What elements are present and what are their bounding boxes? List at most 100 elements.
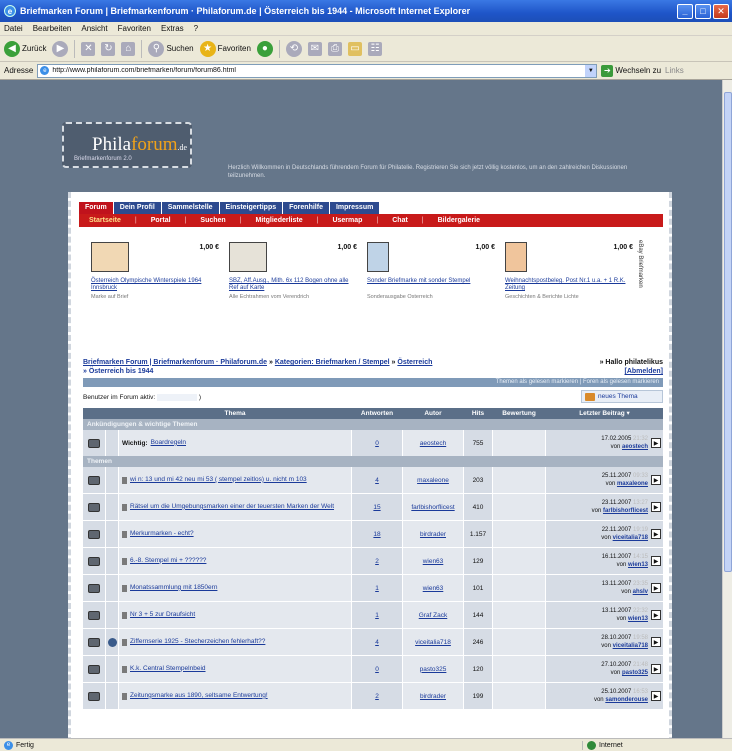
tab-forum[interactable]: Forum: [79, 202, 113, 214]
breadcrumb-category[interactable]: Kategorien: Briefmarken / Stempel: [275, 359, 390, 366]
breadcrumb-forum[interactable]: Briefmarken Forum | Briefmarkenforum · P…: [83, 359, 267, 366]
tab-imprint[interactable]: Impressum: [329, 202, 380, 214]
tab-collection[interactable]: Sammelstelle: [161, 202, 219, 214]
goto-last-post-icon[interactable]: ▶: [651, 637, 661, 647]
menu-item-help[interactable]: ?: [194, 24, 198, 33]
goto-last-post-icon[interactable]: ▶: [651, 475, 661, 485]
history-icon[interactable]: ⟲: [285, 40, 302, 57]
goto-last-post-icon[interactable]: ▶: [651, 438, 661, 448]
topic-link[interactable]: 6.-8. Stempel mi + ??????: [130, 557, 206, 565]
answers-count[interactable]: 1: [375, 585, 379, 592]
last-poster-link[interactable]: viceitalia718: [613, 643, 648, 649]
menu-item-view[interactable]: Ansicht: [81, 24, 107, 33]
topic-link[interactable]: Zeitungsmarke aus 1890, seltsame Entwert…: [130, 692, 268, 700]
goto-last-post-icon[interactable]: ▶: [651, 664, 661, 674]
last-poster-link[interactable]: farlbishorflicest: [603, 508, 648, 514]
menu-item-edit[interactable]: Bearbeiten: [33, 24, 72, 33]
topic-link[interactable]: Merkurmarken - echt?: [130, 530, 194, 538]
author-link[interactable]: pasto325: [420, 666, 447, 673]
last-poster-link[interactable]: wien13: [628, 616, 648, 622]
address-input[interactable]: e http://www.philaforum.com/briefmarken/…: [37, 63, 598, 78]
favorites-button[interactable]: ★ Favoriten: [199, 40, 251, 57]
topic-link[interactable]: wi n: 13 und mi 42 neu mi 53 ( stempel z…: [130, 476, 307, 484]
go-button[interactable]: ➔ Wechseln zu: [601, 64, 661, 77]
last-poster-link[interactable]: viceitalia718: [613, 535, 648, 541]
subnav-home[interactable]: Startseite: [89, 217, 121, 224]
answers-count[interactable]: 0: [375, 440, 379, 447]
home-icon[interactable]: ⌂: [121, 41, 136, 56]
topic-link[interactable]: K.k. Central Stempelnbeid: [130, 665, 206, 673]
goto-last-post-icon[interactable]: ▶: [651, 691, 661, 701]
answers-count[interactable]: 15: [373, 504, 380, 511]
author-link[interactable]: wien63: [423, 558, 444, 565]
forward-arrow-icon[interactable]: ▶: [52, 40, 69, 57]
last-poster-link[interactable]: ahslv: [633, 589, 648, 595]
logout-link[interactable]: [Abmelden]: [625, 368, 664, 375]
ad-title[interactable]: SBZ, Aff.Ausg., Mith. 6x 112 Bogen ohne …: [229, 278, 357, 292]
answers-count[interactable]: 4: [375, 477, 379, 484]
col-last-post[interactable]: Letzter Beitrag ▾: [546, 408, 663, 419]
last-poster-link[interactable]: aeostech: [622, 444, 648, 450]
minimize-button[interactable]: _: [677, 3, 693, 19]
last-poster-link[interactable]: wien13: [628, 562, 648, 568]
print-icon[interactable]: ⎙: [327, 41, 342, 56]
last-poster-link[interactable]: pasto325: [622, 670, 648, 676]
topic-link[interactable]: Monatssammlung mit 1850ern: [130, 584, 217, 592]
topic-link[interactable]: Rätsel um die Umgebungsmarken einer der …: [130, 503, 334, 511]
subnav-chat[interactable]: Chat: [392, 217, 408, 224]
goto-last-post-icon[interactable]: ▶: [651, 556, 661, 566]
last-poster-link[interactable]: maxaleone: [617, 481, 648, 487]
ad-title[interactable]: Österreich Olympische Winterspiele 1964 …: [91, 278, 219, 292]
topic-link[interactable]: Ziffernserie 1925 - Stecherzeichen fehle…: [130, 638, 265, 646]
topic-link[interactable]: Boardregeln: [151, 439, 186, 447]
author-link[interactable]: viceitalia718: [415, 639, 451, 646]
menu-item-tools[interactable]: Extras: [161, 24, 184, 33]
col-topic[interactable]: Thema: [119, 408, 351, 419]
author-link[interactable]: farlbishorflicest: [411, 504, 454, 511]
goto-last-post-icon[interactable]: ▶: [651, 610, 661, 620]
refresh-icon[interactable]: ↻: [101, 41, 116, 56]
folder-icon[interactable]: ▭: [347, 41, 362, 56]
answers-count[interactable]: 18: [373, 531, 380, 538]
close-button[interactable]: ✕: [713, 3, 729, 19]
menu-item-favorites[interactable]: Favoriten: [118, 24, 151, 33]
goto-last-post-icon[interactable]: ▶: [651, 502, 661, 512]
site-logo[interactable]: Philaforum.de Briefmarkenforum 2.0: [62, 112, 232, 168]
subnav-usermap[interactable]: Usermap: [332, 217, 362, 224]
answers-count[interactable]: 2: [375, 693, 379, 700]
col-answers[interactable]: Antworten: [352, 408, 402, 419]
ad-item[interactable]: 1,00 € SBZ, Aff.Ausg., Mith. 6x 112 Boge…: [229, 238, 359, 308]
subnav-gallery[interactable]: Bildergalerie: [438, 217, 480, 224]
answers-count[interactable]: 1: [375, 612, 379, 619]
answers-count[interactable]: 0: [375, 666, 379, 673]
author-link[interactable]: aeostech: [420, 440, 446, 447]
author-link[interactable]: Graf Zack: [419, 612, 448, 619]
back-button[interactable]: ◀ Zurück: [4, 40, 46, 57]
subnav-portal[interactable]: Portal: [151, 217, 171, 224]
ad-item[interactable]: 1,00 € Weihnachtspostbeleg. Post Nr.1 u.…: [505, 238, 635, 308]
links-label[interactable]: Links: [665, 66, 684, 75]
ad-item[interactable]: 1,00 € Österreich Olympische Winterspiel…: [91, 238, 221, 308]
scrollbar-thumb[interactable]: [724, 92, 732, 572]
breadcrumb-austria[interactable]: Österreich: [397, 359, 432, 366]
author-link[interactable]: maxaleone: [417, 477, 449, 484]
author-link[interactable]: birdrader: [420, 531, 446, 538]
media-icon[interactable]: ●: [256, 40, 273, 57]
answers-count[interactable]: 2: [375, 558, 379, 565]
tab-profile[interactable]: Dein Profil: [113, 202, 161, 214]
subnav-members[interactable]: Mitgliederliste: [256, 217, 303, 224]
col-rating[interactable]: Bewertung: [493, 408, 545, 419]
ad-title[interactable]: Weihnachtspostbeleg. Post Nr.1 u.a. + 1 …: [505, 278, 633, 292]
tab-help[interactable]: Forenhilfe: [283, 202, 329, 214]
col-views[interactable]: Hits: [464, 408, 492, 419]
vertical-scrollbar[interactable]: [722, 80, 732, 738]
author-link[interactable]: wien63: [423, 585, 444, 592]
author-link[interactable]: birdrader: [420, 693, 446, 700]
col-author[interactable]: Autor: [403, 408, 463, 419]
new-thread-button[interactable]: neues Thema: [581, 390, 663, 403]
search-button[interactable]: ⚲ Suchen: [148, 40, 194, 57]
subnav-search[interactable]: Suchen: [200, 217, 225, 224]
last-poster-link[interactable]: samonderouse: [605, 697, 648, 703]
maximize-button[interactable]: □: [695, 3, 711, 19]
ad-title[interactable]: Sonder Briefmarke mit sonder Stempel: [367, 278, 495, 285]
